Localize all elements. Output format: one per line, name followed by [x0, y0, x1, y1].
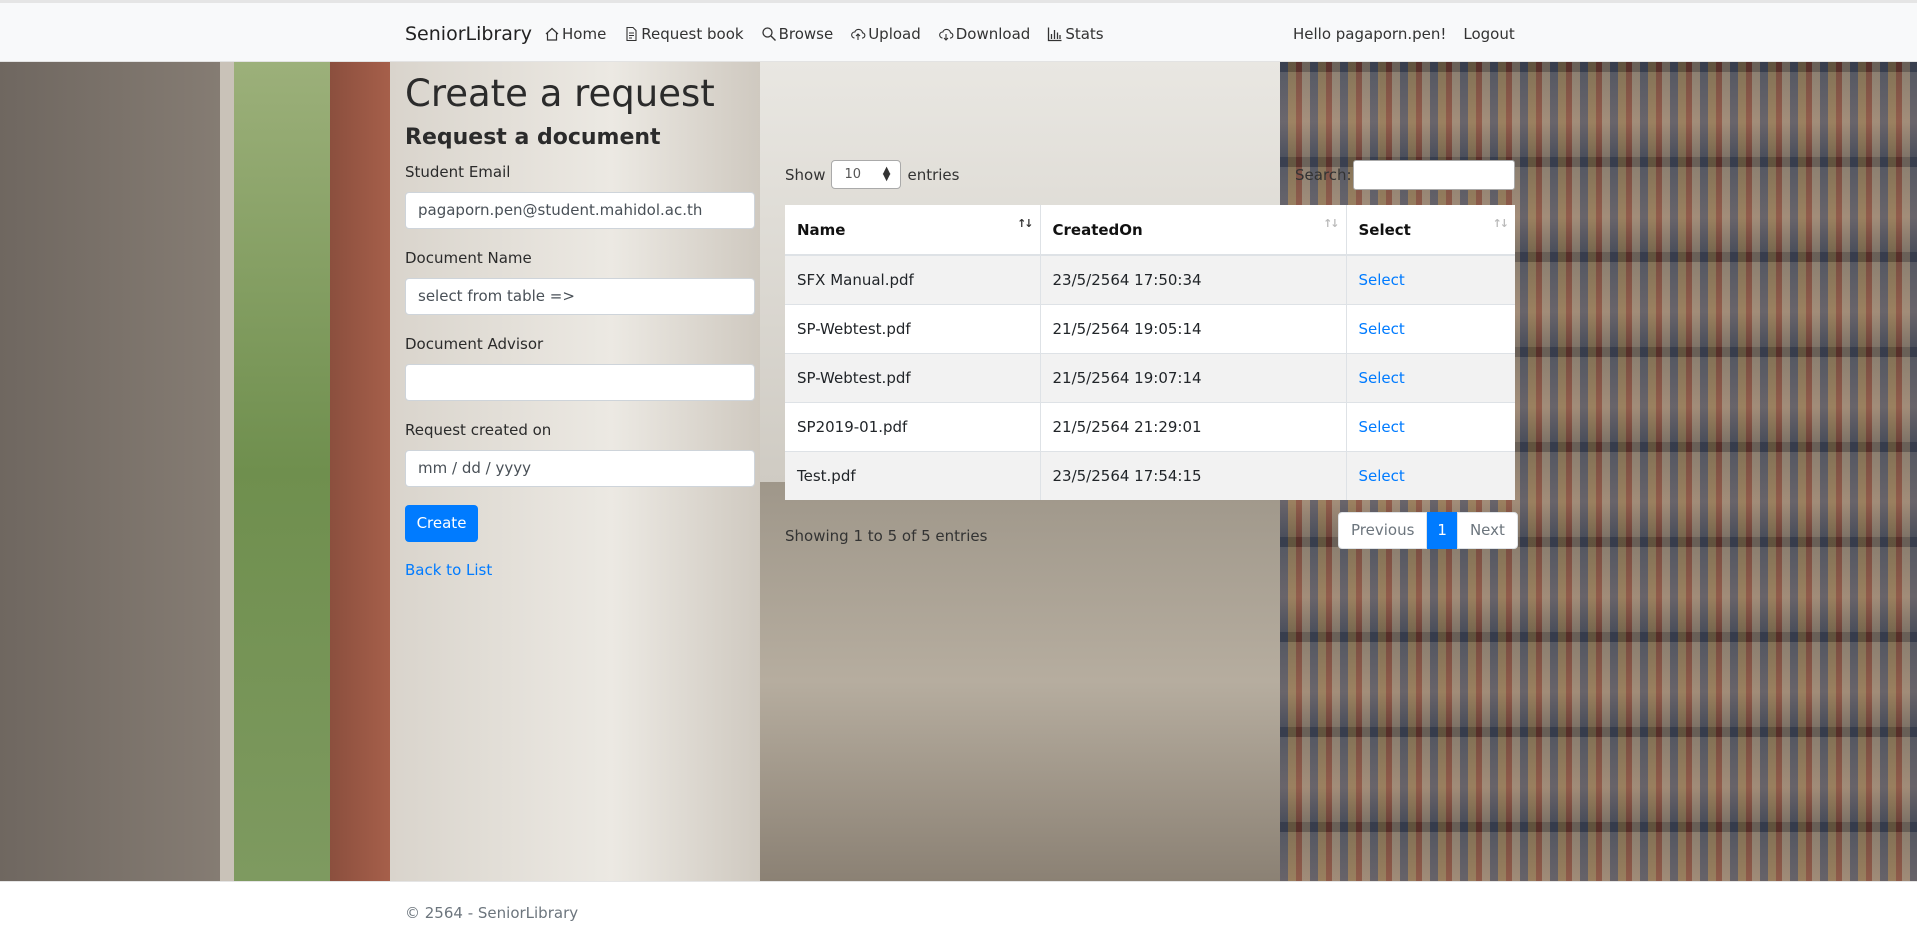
cell-select: Select — [1346, 352, 1515, 402]
nav-upload[interactable]: Upload — [850, 25, 921, 43]
cloud-upload-icon — [851, 28, 866, 40]
column-header-select[interactable]: Select ↑↓ — [1346, 205, 1515, 256]
entries-length-control: Show 10 ▲ ▼ entries — [785, 160, 959, 189]
nav-upload-label: Upload — [868, 25, 921, 43]
documents-table: Name ↑↓ CreatedOn ↑↓ Select ↑↓ SFX Manua… — [785, 205, 1515, 500]
nav-download[interactable]: Download — [938, 25, 1031, 43]
nav-browse[interactable]: Browse — [761, 25, 834, 43]
create-button[interactable]: Create — [405, 505, 478, 542]
pagination: Previous 1 Next — [1338, 512, 1518, 549]
cell-created: 21/5/2564 19:07:14 — [1040, 352, 1347, 402]
select-link[interactable]: Select — [1359, 271, 1405, 289]
bg-brick — [330, 62, 390, 881]
cell-created: 23/5/2564 17:50:34 — [1040, 254, 1347, 304]
back-to-list-link[interactable]: Back to List — [405, 561, 492, 579]
cell-select: Select — [1346, 401, 1515, 451]
cell-name: SP-Webtest.pdf — [785, 303, 1041, 353]
cell-created: 21/5/2564 19:05:14 — [1040, 303, 1347, 353]
nav-request-book-label: Request book — [641, 25, 744, 43]
request-created-label: Request created on — [405, 421, 552, 439]
cell-select: Select — [1346, 450, 1515, 500]
nav-browse-label: Browse — [778, 25, 834, 43]
nav-user-area: Hello pagaporn.pen! Logout — [1293, 25, 1515, 43]
nav-request-book[interactable]: Request book — [623, 25, 744, 43]
table-row: Test.pdf 23/5/2564 17:54:15 Select — [785, 450, 1515, 500]
table-row: SP-Webtest.pdf 21/5/2564 19:07:14 Select — [785, 352, 1515, 402]
page-title: Create a request — [405, 72, 715, 115]
select-link[interactable]: Select — [1359, 418, 1405, 436]
document-advisor-field[interactable] — [405, 364, 755, 401]
request-created-date-field[interactable]: mm / dd / yyyy — [405, 450, 755, 487]
search-label: Search: — [1295, 166, 1352, 184]
table-row: SP-Webtest.pdf 21/5/2564 19:05:14 Select — [785, 303, 1515, 353]
search-input[interactable] — [1353, 160, 1515, 190]
page-subtitle: Request a document — [405, 125, 661, 150]
cell-name: SP2019-01.pdf — [785, 401, 1041, 451]
bg-wall — [0, 62, 220, 881]
column-header-createdon-label: CreatedOn — [1052, 220, 1143, 239]
cell-select: Select — [1346, 303, 1515, 353]
search-icon — [761, 27, 776, 41]
nav-links: Home Request book Browse Upload Download… — [544, 25, 1104, 43]
logout-button[interactable]: Logout — [1463, 25, 1514, 43]
cell-name: SP-Webtest.pdf — [785, 352, 1041, 402]
page-1-button[interactable]: 1 — [1427, 512, 1457, 549]
table-row: SFX Manual.pdf 23/5/2564 17:50:34 Select — [785, 254, 1515, 304]
column-header-name[interactable]: Name ↑↓ — [785, 205, 1041, 256]
document-advisor-label: Document Advisor — [405, 335, 544, 353]
cell-select: Select — [1346, 254, 1515, 304]
previous-page-button[interactable]: Previous — [1338, 512, 1428, 549]
footer-copyright: © 2564 - SeniorLibrary — [405, 904, 579, 922]
select-link[interactable]: Select — [1359, 467, 1405, 485]
cell-name: SFX Manual.pdf — [785, 254, 1041, 304]
nav-stats-label: Stats — [1065, 25, 1104, 43]
sort-icon: ↑↓ — [1323, 217, 1340, 230]
entries-select-value: 10 — [844, 167, 862, 182]
bar-chart-icon — [1048, 27, 1062, 42]
document-name-label: Document Name — [405, 249, 532, 267]
table-info: Showing 1 to 5 of 5 entries — [785, 527, 988, 545]
nav-download-label: Download — [955, 25, 1031, 43]
table-row: SP2019-01.pdf 21/5/2564 21:29:01 Select — [785, 401, 1515, 451]
email-label: Student Email — [405, 163, 511, 181]
entries-label: entries — [907, 165, 960, 184]
column-header-createdon[interactable]: CreatedOn ↑↓ — [1040, 205, 1347, 256]
user-greeting[interactable]: Hello pagaporn.pen! — [1293, 25, 1446, 43]
column-header-select-label: Select — [1358, 220, 1411, 239]
table-header-row: Name ↑↓ CreatedOn ↑↓ Select ↑↓ — [785, 205, 1515, 256]
next-page-button[interactable]: Next — [1456, 512, 1518, 549]
cell-created: 23/5/2564 17:54:15 — [1040, 450, 1347, 500]
email-field[interactable]: pagaporn.pen@student.mahidol.ac.th — [405, 192, 755, 229]
house-icon — [545, 27, 559, 41]
nav-stats[interactable]: Stats — [1047, 25, 1104, 43]
sort-icon: ↑↓ — [1492, 217, 1510, 230]
navbar: SeniorLibrary Home Request book Browse U… — [0, 0, 1917, 62]
show-label: Show — [785, 165, 826, 184]
entries-select[interactable]: 10 ▲ ▼ — [831, 160, 902, 189]
select-link[interactable]: Select — [1359, 320, 1405, 338]
nav-home[interactable]: Home — [544, 25, 606, 43]
cell-created: 21/5/2564 21:29:01 — [1040, 401, 1347, 451]
select-caret-icon: ▲ ▼ — [882, 165, 891, 183]
document-name-field[interactable]: select from table => — [405, 278, 755, 315]
cloud-download-icon — [938, 28, 954, 41]
select-link[interactable]: Select — [1359, 369, 1405, 387]
file-text-icon — [626, 26, 637, 42]
brand-link[interactable]: SeniorLibrary — [405, 23, 532, 45]
column-header-name-label: Name — [797, 220, 846, 239]
footer: © 2564 - SeniorLibrary — [0, 881, 1917, 940]
cell-name: Test.pdf — [785, 450, 1041, 500]
nav-home-label: Home — [562, 25, 607, 43]
sort-ascending-icon: ↑↓ — [1017, 217, 1034, 230]
